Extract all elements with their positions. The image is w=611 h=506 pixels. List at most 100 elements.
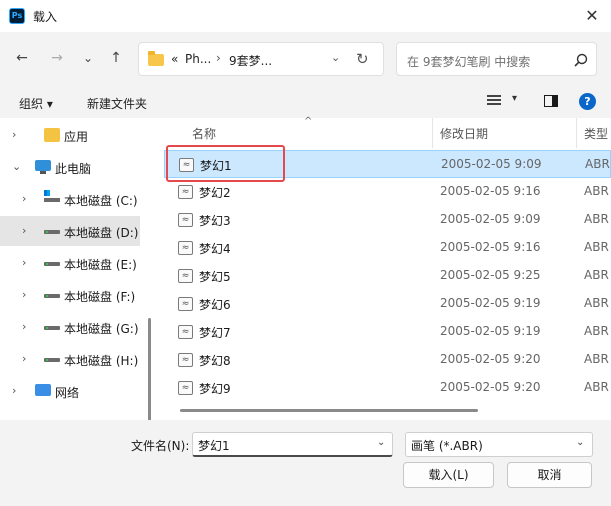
column-divider[interactable] [576, 118, 577, 148]
nav-item-drive-d[interactable]: › 本地磁盘 (D:) [0, 216, 140, 246]
chevron-down-icon[interactable]: ⌄ [576, 437, 584, 448]
breadcrumb-overflow[interactable]: « [171, 52, 178, 66]
brush-file-icon: ≈ [178, 185, 193, 199]
drive-icon [44, 230, 60, 234]
nav-item-label: 网络 [55, 386, 80, 400]
photoshop-icon: Ps [9, 8, 25, 24]
nav-item-this-pc[interactable]: ⌄ 此电脑 [0, 152, 140, 182]
nav-item-drive-h[interactable]: › 本地磁盘 (H:) [0, 344, 140, 374]
nav-item-drive-g[interactable]: › 本地磁盘 (G:) [0, 312, 140, 342]
brush-file-icon: ≈ [178, 297, 193, 311]
search-box[interactable]: 在 9套梦幻笔刷 中搜索 [396, 42, 597, 76]
file-name: 梦幻2 [199, 186, 231, 200]
sort-ascending-icon: ^ [304, 116, 313, 127]
file-date: 2005-02-05 9:16 [440, 240, 541, 254]
search-input[interactable]: 在 9套梦幻笔刷 中搜索 [407, 53, 530, 70]
close-icon[interactable]: ✕ [578, 4, 606, 28]
view-options-caret-icon[interactable]: ▾ [512, 93, 517, 104]
file-name: 梦幻4 [199, 242, 231, 256]
file-date: 2005-02-05 9:16 [440, 184, 541, 198]
file-type: ABR [584, 240, 609, 254]
nav-item-label: 此电脑 [55, 162, 92, 176]
drive-icon [44, 262, 60, 266]
file-type: ABR [585, 157, 610, 171]
nav-item-drive-e[interactable]: › 本地磁盘 (E:) [0, 248, 140, 278]
refresh-icon[interactable]: ↻ [356, 50, 369, 68]
expand-chevron-icon[interactable]: › [12, 384, 16, 397]
file-name: 梦幻7 [199, 326, 231, 340]
file-row[interactable]: ≈ 梦幻5 2005-02-05 9:25 ABR [164, 262, 611, 290]
filename-value[interactable]: 梦幻1 [198, 437, 230, 454]
expand-chevron-icon[interactable]: › [22, 320, 26, 333]
drive-icon [44, 294, 60, 298]
file-name: 梦幻6 [199, 298, 231, 312]
file-row[interactable]: ≈ 梦幻6 2005-02-05 9:19 ABR [164, 290, 611, 318]
chevron-down-icon[interactable]: ⌄ [377, 437, 385, 448]
address-dropdown-icon[interactable]: ⌄ [331, 51, 340, 64]
breadcrumb-separator-icon: › [216, 51, 221, 65]
file-type: ABR [584, 268, 609, 282]
file-row[interactable]: ≈ 梦幻3 2005-02-05 9:09 ABR [164, 206, 611, 234]
up-arrow-icon[interactable]: ↑ [105, 47, 127, 69]
recent-locations-chevron-icon[interactable]: ⌄ [77, 47, 99, 69]
expand-chevron-icon[interactable]: › [22, 224, 26, 237]
nav-item-network[interactable]: › 网络 [0, 376, 140, 406]
file-date: 2005-02-05 9:19 [440, 296, 541, 310]
address-bar[interactable]: « Ph... › 9套梦... ⌄ ↻ [138, 42, 384, 76]
expand-chevron-icon[interactable]: › [12, 128, 16, 141]
search-icon[interactable] [571, 50, 591, 70]
file-date: 2005-02-05 9:25 [440, 268, 541, 282]
file-date: 2005-02-05 9:20 [440, 352, 541, 366]
forward-arrow-icon[interactable]: → [46, 47, 68, 69]
expand-chevron-icon[interactable]: › [22, 288, 26, 301]
file-row[interactable]: ≈ 梦幻9 2005-02-05 9:20 ABR [164, 374, 611, 402]
app-folder-icon [44, 128, 60, 142]
file-name: 梦幻5 [199, 270, 231, 284]
load-button[interactable]: 载入(L) [403, 462, 494, 488]
help-icon[interactable]: ? [579, 93, 596, 110]
view-list-icon[interactable] [487, 95, 501, 107]
nav-item-label: 本地磁盘 (C:) [64, 194, 138, 208]
file-date: 2005-02-05 9:19 [440, 324, 541, 338]
horizontal-scrollbar[interactable] [180, 409, 478, 412]
file-row[interactable]: ≈ 梦幻4 2005-02-05 9:16 ABR [164, 234, 611, 262]
file-type-select[interactable]: 画笔 (*.ABR) ⌄ [405, 432, 593, 457]
filename-field[interactable]: 梦幻1 ⌄ [192, 432, 393, 457]
cancel-button[interactable]: 取消 [507, 462, 592, 488]
file-row[interactable]: ≈ 梦幻2 2005-02-05 9:16 ABR [164, 178, 611, 206]
nav-item-apps[interactable]: › 应用 [0, 120, 140, 150]
column-divider[interactable] [432, 118, 433, 148]
column-header-type[interactable]: 类型 [584, 125, 608, 142]
navigation-bar: ← → ⌄ ↑ « Ph... › 9套梦... ⌄ ↻ 在 9套梦幻笔刷 中搜… [0, 32, 611, 86]
back-arrow-icon[interactable]: ← [11, 47, 33, 69]
column-header-name[interactable]: 名称 [192, 125, 216, 142]
expand-chevron-icon[interactable]: › [22, 352, 26, 365]
file-row[interactable]: ≈ 梦幻8 2005-02-05 9:20 ABR [164, 346, 611, 374]
dialog-footer: 文件名(N): 梦幻1 ⌄ 画笔 (*.ABR) ⌄ 载入(L) 取消 [0, 420, 611, 506]
file-type-value: 画笔 (*.ABR) [411, 439, 483, 453]
expand-chevron-icon[interactable]: › [22, 256, 26, 269]
title-bar: Ps 载入 ✕ [0, 0, 611, 32]
network-icon [35, 384, 51, 396]
organize-menu[interactable]: 组织 ▾ [19, 95, 53, 112]
highlight-box-selected-file [166, 145, 285, 182]
column-header-date[interactable]: 修改日期 [440, 125, 488, 142]
nav-item-label: 本地磁盘 (F:) [64, 290, 136, 304]
file-type: ABR [584, 380, 609, 394]
breadcrumb-ph[interactable]: Ph... [185, 52, 211, 66]
file-name: 梦幻3 [199, 214, 231, 228]
expand-chevron-icon[interactable]: › [22, 192, 26, 205]
window-title: 载入 [33, 10, 58, 24]
new-folder-button[interactable]: 新建文件夹 [87, 95, 147, 112]
collapse-chevron-icon[interactable]: ⌄ [12, 160, 21, 173]
brush-file-icon: ≈ [178, 381, 193, 395]
file-date: 2005-02-05 9:09 [441, 157, 542, 171]
file-row[interactable]: ≈ 梦幻7 2005-02-05 9:19 ABR [164, 318, 611, 346]
drive-icon [44, 358, 60, 362]
nav-item-drive-f[interactable]: › 本地磁盘 (F:) [0, 280, 140, 310]
preview-pane-icon[interactable] [544, 95, 558, 107]
brush-file-icon: ≈ [178, 213, 193, 227]
nav-item-label: 本地磁盘 (G:) [64, 322, 139, 336]
nav-item-drive-c[interactable]: › 本地磁盘 (C:) [0, 184, 140, 214]
breadcrumb-current-folder[interactable]: 9套梦... [229, 52, 272, 69]
